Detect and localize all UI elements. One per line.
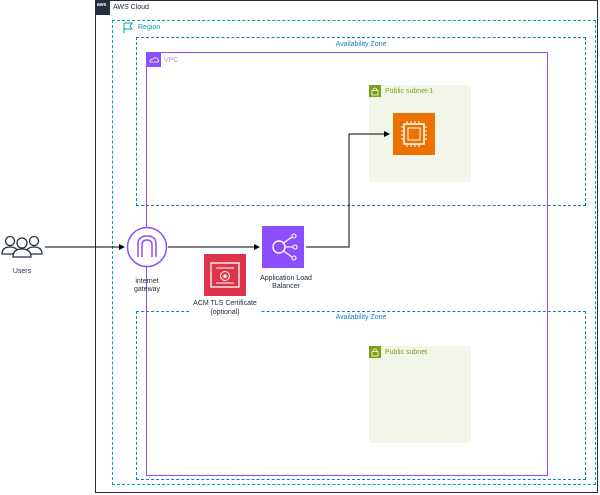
users-icon bbox=[1, 235, 43, 258]
acm-label-line2: (optional) bbox=[210, 309, 240, 316]
certificate-icon[interactable] bbox=[204, 254, 246, 296]
users-label: Users bbox=[12, 268, 32, 275]
ec2-instance-icon[interactable] bbox=[393, 113, 435, 155]
igw-label-line1: internet bbox=[135, 278, 159, 285]
igw-label-line2: gateway bbox=[133, 286, 161, 293]
internet-gateway-icon[interactable] bbox=[126, 226, 168, 268]
acm-label-line1: ACM TLS Certificate bbox=[193, 300, 257, 307]
load-balancer-icon[interactable] bbox=[262, 226, 304, 268]
alb-to-ec2-line bbox=[306, 131, 390, 248]
